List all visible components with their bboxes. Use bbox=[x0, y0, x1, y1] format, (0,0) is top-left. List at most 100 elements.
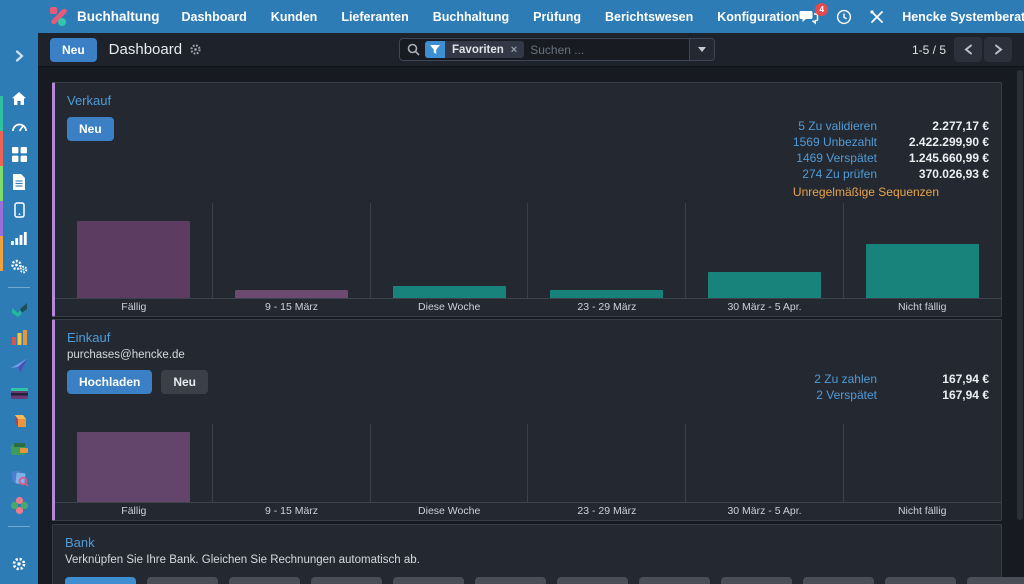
x-tick-label: 30 März - 5 Apr. bbox=[686, 299, 844, 316]
document-icon[interactable] bbox=[0, 168, 38, 196]
chart-x-axis-labels: Fällig 9 - 15 März Diese Woche 23 - 29 M… bbox=[55, 502, 1001, 520]
search-dropdown-toggle[interactable] bbox=[689, 39, 714, 60]
expand-icon[interactable] bbox=[0, 42, 38, 70]
chart-bar[interactable] bbox=[77, 432, 190, 502]
stat-value: 2.277,17 € bbox=[881, 119, 989, 133]
stat-value: 370.026,93 € bbox=[881, 167, 989, 181]
odoo-accounting-dashboard: Buchhaltung Dashboard Kunden Lieferanten… bbox=[0, 0, 1024, 584]
new-button[interactable]: Neu bbox=[50, 38, 97, 62]
stat-link[interactable]: 2 Zu zahlen bbox=[814, 372, 877, 386]
vertical-scrollbar[interactable] bbox=[1017, 70, 1023, 520]
x-tick-label: 23 - 29 März bbox=[528, 503, 686, 520]
gauge-icon[interactable] bbox=[0, 112, 38, 140]
chart-bar[interactable] bbox=[708, 272, 821, 298]
x-tick-label: Diese Woche bbox=[370, 503, 528, 520]
bank-action-button[interactable] bbox=[639, 577, 710, 584]
credit-card-app-icon[interactable] bbox=[0, 379, 38, 407]
chart-bar[interactable] bbox=[550, 290, 663, 298]
chart-x-axis-labels: Fällig 9 - 15 März Diese Woche 23 - 29 M… bbox=[55, 298, 1001, 316]
paper-plane-app-icon[interactable] bbox=[0, 351, 38, 379]
bank-action-button[interactable] bbox=[721, 577, 792, 584]
bank-action-button[interactable] bbox=[147, 577, 218, 584]
stat-value: 167,94 € bbox=[881, 388, 989, 402]
search-bar[interactable]: Favoriten × Suchen ... bbox=[399, 38, 715, 61]
stat-value: 167,94 € bbox=[881, 372, 989, 386]
bank-action-button[interactable] bbox=[311, 577, 382, 584]
bank-description: Verknüpfen Sie Ihre Bank. Gleichen Sie R… bbox=[65, 554, 989, 566]
chart-bar[interactable] bbox=[866, 244, 979, 298]
apps-grid-icon[interactable] bbox=[0, 140, 38, 168]
page-title: Dashboard bbox=[109, 41, 182, 58]
menu-berichtswesen[interactable]: Berichtswesen bbox=[605, 10, 693, 24]
search-docs-app-icon[interactable] bbox=[0, 463, 38, 491]
bank-action-button[interactable] bbox=[885, 577, 956, 584]
chart-bar[interactable] bbox=[77, 221, 190, 298]
menu-buchhaltung[interactable]: Buchhaltung bbox=[433, 10, 509, 24]
sales-stats: 5 Zu validieren 2.277,17 € 1569 Unbezahl… bbox=[793, 119, 989, 199]
bank-action-button[interactable] bbox=[557, 577, 628, 584]
stat-link[interactable]: 2 Verspätet bbox=[814, 388, 877, 402]
sidebar-divider bbox=[8, 287, 30, 288]
menu-pruefung[interactable]: Prüfung bbox=[533, 10, 581, 24]
search-icon bbox=[407, 43, 420, 56]
purchase-card-title[interactable]: Einkauf bbox=[67, 330, 989, 345]
x-tick-label: 23 - 29 März bbox=[528, 299, 686, 316]
chart-bar[interactable] bbox=[235, 290, 348, 298]
x-tick-label: 30 März - 5 Apr. bbox=[686, 503, 844, 520]
sales-journal-card[interactable]: Verkauf Neu 5 Zu validieren 2.277,17 € 1… bbox=[52, 82, 1002, 317]
bank-action-button[interactable] bbox=[65, 577, 136, 584]
messages-icon[interactable]: 4 bbox=[799, 9, 819, 25]
pager-previous-button[interactable] bbox=[954, 37, 982, 62]
bank-action-button[interactable] bbox=[229, 577, 300, 584]
message-count-badge: 4 bbox=[815, 3, 828, 16]
bar-chart-icon[interactable] bbox=[0, 224, 38, 252]
search-input[interactable]: Suchen ... bbox=[530, 43, 689, 57]
stat-value: 1.245.660,99 € bbox=[881, 151, 989, 165]
pager: 1-5 / 5 bbox=[912, 37, 1012, 62]
pager-next-button[interactable] bbox=[984, 37, 1012, 62]
irregular-sequences-link[interactable]: Unregelmäßige Sequenzen bbox=[793, 185, 989, 199]
chart-bar[interactable] bbox=[393, 286, 506, 298]
sales-card-title[interactable]: Verkauf bbox=[67, 93, 989, 108]
stat-link[interactable]: 1469 Verspätet bbox=[793, 151, 877, 165]
home-icon[interactable] bbox=[0, 84, 38, 112]
stat-link[interactable]: 1569 Unbezahlt bbox=[793, 135, 877, 149]
view-settings-gear-icon[interactable] bbox=[189, 43, 202, 56]
purchase-journal-card[interactable]: Einkauf purchases@hencke.de Hochladen Ne… bbox=[52, 319, 1002, 521]
bank-action-button[interactable] bbox=[393, 577, 464, 584]
control-panel: Neu Dashboard Favoriten × bbox=[38, 33, 1024, 67]
menu-lieferanten[interactable]: Lieferanten bbox=[341, 10, 408, 24]
bank-card-title[interactable]: Bank bbox=[65, 535, 989, 550]
remove-facet-icon[interactable]: × bbox=[511, 44, 517, 56]
mobile-icon[interactable] bbox=[0, 196, 38, 224]
tools-icon[interactable] bbox=[869, 9, 885, 25]
bank-action-button[interactable] bbox=[967, 577, 1024, 584]
stat-link[interactable]: 5 Zu validieren bbox=[793, 119, 877, 133]
purchase-bar-chart: Fällig 9 - 15 März Diese Woche 23 - 29 M… bbox=[55, 424, 1001, 520]
upload-button[interactable]: Hochladen bbox=[67, 370, 152, 394]
gear-icon[interactable] bbox=[0, 550, 38, 578]
app-name[interactable]: Buchhaltung bbox=[77, 9, 160, 24]
gears-icon[interactable] bbox=[0, 252, 38, 280]
menu-kunden[interactable]: Kunden bbox=[271, 10, 318, 24]
menu-konfiguration[interactable]: Konfiguration bbox=[717, 10, 799, 24]
bank-action-button[interactable] bbox=[803, 577, 874, 584]
bank-journal-card[interactable]: Bank Verknüpfen Sie Ihre Bank. Gleichen … bbox=[52, 524, 1002, 584]
flower-app-icon[interactable] bbox=[0, 491, 38, 519]
pager-value: 1-5 / 5 bbox=[912, 43, 946, 57]
wallet-app-icon[interactable] bbox=[0, 435, 38, 463]
favorites-facet[interactable]: Favoriten × bbox=[425, 41, 524, 58]
cube-app-icon[interactable] bbox=[0, 407, 38, 435]
check-app-icon[interactable] bbox=[0, 295, 38, 323]
bank-action-button[interactable] bbox=[475, 577, 546, 584]
sidebar-color-strip bbox=[0, 96, 3, 271]
x-tick-label: Nicht fällig bbox=[843, 299, 1001, 316]
purchase-new-button[interactable]: Neu bbox=[161, 370, 208, 394]
sales-new-button[interactable]: Neu bbox=[67, 117, 114, 141]
activity-clock-icon[interactable] bbox=[836, 9, 852, 25]
stat-link[interactable]: 274 Zu prüfen bbox=[793, 167, 877, 181]
company-switcher[interactable]: Hencke Systemberatung GmbH bbox=[902, 10, 1024, 24]
chart-app-icon[interactable] bbox=[0, 323, 38, 351]
company-logo-icon[interactable] bbox=[50, 7, 69, 26]
menu-dashboard[interactable]: Dashboard bbox=[182, 10, 247, 24]
